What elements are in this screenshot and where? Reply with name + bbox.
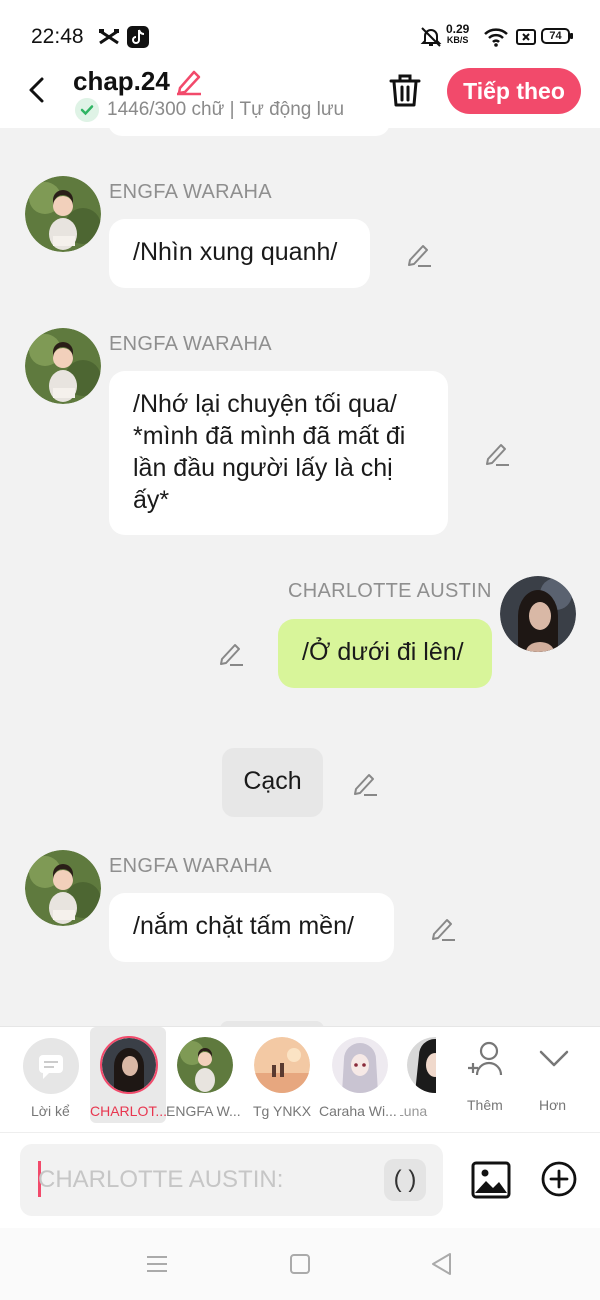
add-person-icon [468, 1041, 503, 1076]
previous-message-bubble[interactable] [108, 128, 390, 136]
plus-icon[interactable] [540, 1160, 578, 1198]
edit-title-icon[interactable] [174, 66, 204, 96]
battery-icon: 74 [541, 28, 573, 44]
sim-icon [516, 29, 536, 45]
chevron-down-icon [539, 1050, 569, 1067]
status-bar: 22:48 0.29 KB/S 74 [0, 0, 600, 62]
character-engfa[interactable]: ENGFA W... [166, 1027, 242, 1123]
input-bar: CHARLOTTE AUSTIN: ( ) [0, 1132, 600, 1228]
character-charlotte[interactable]: CHARLOT... [90, 1027, 166, 1123]
edit-message-icon[interactable] [482, 438, 512, 468]
next-button[interactable]: Tiếp theo [447, 68, 581, 114]
edit-message-icon[interactable] [428, 913, 458, 943]
bell-off-icon [420, 27, 442, 47]
character-bar: Lời kể CHARLOT... ENGFA W... Tg YNKX Car… [0, 1026, 600, 1132]
character-caraha[interactable]: Caraha Wi... [318, 1027, 400, 1123]
avatar-luna [407, 1037, 436, 1093]
character-label: CHARLOT... [90, 1103, 166, 1119]
avatar-engfa[interactable] [25, 328, 101, 404]
avatar-engfa[interactable] [25, 850, 101, 926]
capcut-icon [99, 29, 119, 45]
message-bubble[interactable]: /Nhớ lại chuyện tối qua/ *mình đã mình đ… [109, 371, 448, 535]
word-count-status: 1446/300 chữ | Tự động lưu [107, 99, 345, 120]
message-input[interactable]: CHARLOTTE AUSTIN: ( ) [20, 1144, 443, 1216]
image-icon[interactable] [471, 1160, 511, 1200]
avatar-engfa[interactable] [25, 176, 101, 252]
character-label: Tg YNKX [253, 1103, 312, 1119]
chat-area[interactable]: ENGFA WARAHA /Nhìn xung quanh/ ENGFA WAR… [0, 128, 600, 1026]
character-narration[interactable]: Lời kể [18, 1027, 84, 1123]
edit-message-icon[interactable] [216, 638, 246, 668]
avatar-engfa [177, 1037, 233, 1093]
edit-message-icon[interactable] [350, 768, 380, 798]
status-time: 22:48 [31, 25, 84, 48]
sender-name: ENGFA WARAHA [109, 333, 272, 355]
sender-name: ENGFA WARAHA [109, 181, 272, 203]
net-speed: 0.29 KB/S [446, 22, 470, 45]
character-tg-ynkx[interactable]: Tg YNKX [248, 1027, 316, 1123]
wifi-icon [484, 28, 508, 47]
input-placeholder: CHARLOTTE AUSTIN: [38, 1166, 284, 1193]
system-nav-bar [0, 1228, 600, 1300]
avatar-tg-ynkx [254, 1037, 310, 1093]
character-luna[interactable]: Luna [400, 1027, 436, 1123]
editor-header: chap.24 1446/300 chữ | Tự động lưu Tiếp … [0, 62, 600, 128]
avatar-caraha [332, 1037, 388, 1093]
chapter-title: chap.24 [73, 66, 170, 96]
avatar-charlotte [100, 1036, 158, 1094]
character-label: ENGFA W... [166, 1103, 241, 1119]
message-bubble[interactable]: /Ở dưới đi lên/ [278, 619, 492, 688]
add-label: Thêm [467, 1097, 503, 1113]
narration-bubble[interactable]: Cạch [222, 748, 323, 817]
saved-check-icon [75, 98, 99, 122]
message-bubble[interactable]: /nắm chặt tấm mền/ [109, 893, 394, 962]
character-label: Caraha Wi... [319, 1103, 397, 1119]
edit-message-icon[interactable] [404, 239, 434, 269]
character-label: Luna [400, 1103, 428, 1119]
avatar-charlotte[interactable] [500, 576, 576, 652]
character-label: Lời kể [31, 1103, 70, 1119]
action-parentheses-button[interactable]: ( ) [384, 1159, 426, 1201]
more-label: Hơn [539, 1097, 567, 1113]
sender-name: ENGFA WARAHA [109, 855, 272, 877]
message-bubble[interactable]: /Nhìn xung quanh/ [109, 219, 370, 288]
narration-icon [23, 1038, 79, 1094]
back-button[interactable] [22, 74, 54, 106]
tiktok-icon [127, 26, 149, 48]
menu-icon[interactable] [143, 1250, 171, 1278]
back-triangle-icon[interactable] [428, 1250, 456, 1278]
home-square-icon[interactable] [286, 1250, 314, 1278]
sender-name: CHARLOTTE AUSTIN [288, 580, 492, 602]
delete-button[interactable] [388, 72, 422, 108]
